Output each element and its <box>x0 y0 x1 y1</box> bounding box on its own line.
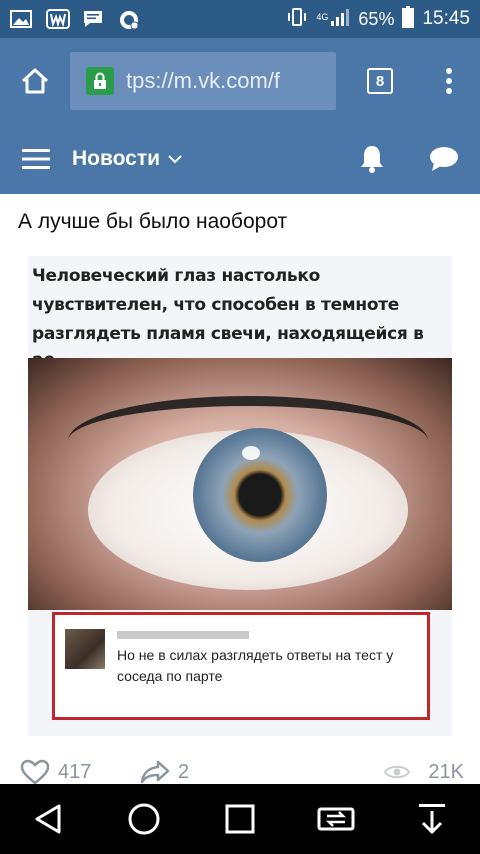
browser-toolbar: tps://m.vk.com/f 8 <box>0 38 480 124</box>
messages-button[interactable] <box>408 124 480 194</box>
clock: 15:45 <box>422 8 470 29</box>
dual-window-icon <box>317 807 355 831</box>
heart-icon <box>20 759 50 785</box>
url-bar[interactable]: tps://m.vk.com/f <box>70 52 336 110</box>
eye-icon <box>384 765 411 779</box>
notifications-button[interactable] <box>336 124 408 194</box>
share-button[interactable]: 2 <box>140 760 189 784</box>
notification-pulldown-button[interactable] <box>402 789 462 849</box>
share-arrow-icon <box>140 760 170 784</box>
comment-text: Но не в силах разглядеть ответы на тест … <box>117 647 394 684</box>
whatsapp-icon <box>118 9 140 30</box>
browser-menu-button[interactable] <box>424 38 474 124</box>
like-button[interactable]: 417 <box>20 759 91 785</box>
signal-icon <box>330 7 350 32</box>
bell-icon <box>361 146 383 173</box>
dual-window-button[interactable] <box>306 789 366 849</box>
back-triangle-icon <box>35 804 61 834</box>
pull-down-icon <box>419 804 445 835</box>
home-circle-icon <box>128 803 160 835</box>
iris <box>193 428 327 562</box>
section-selector[interactable]: Новости <box>72 147 182 171</box>
recents-square-icon <box>225 804 255 834</box>
back-button[interactable] <box>18 789 78 849</box>
eye-glint <box>242 446 260 460</box>
home-icon <box>21 68 49 94</box>
home-nav-button[interactable] <box>114 789 174 849</box>
blurred-name <box>117 631 249 639</box>
android-nav-bar <box>0 784 480 854</box>
network-label: 4G <box>316 11 329 22</box>
home-button[interactable] <box>0 38 70 124</box>
share-count: 2 <box>178 760 190 783</box>
vk-header: Новости <box>0 124 480 194</box>
post-text: А лучше бы было наоборот <box>18 210 288 233</box>
w-app-icon <box>46 9 70 29</box>
more-vert-icon <box>446 68 452 94</box>
status-bar: 4G 65% 15:45 <box>0 0 480 38</box>
chat-bubble-icon <box>430 147 458 171</box>
tabs-button[interactable]: 8 <box>336 38 424 124</box>
battery-icon <box>402 5 415 33</box>
eye-photo <box>28 358 452 610</box>
gallery-icon <box>10 9 32 29</box>
message-icon <box>82 9 104 29</box>
chevron-down-icon <box>168 154 182 163</box>
menu-button[interactable] <box>0 124 72 194</box>
post-image[interactable]: Человеческий глаз настолько чувствителен… <box>28 256 452 736</box>
battery-percent: 65% <box>358 8 395 29</box>
url-text: tps://m.vk.com/f <box>126 68 281 93</box>
comment-screenshot: Но не в силах разглядеть ответы на тест … <box>52 612 430 720</box>
vibrate-icon <box>286 6 308 33</box>
view-count: 21K <box>428 760 464 783</box>
views-counter: 21K <box>384 761 464 784</box>
like-count: 417 <box>58 760 92 783</box>
tab-count: 8 <box>367 68 393 94</box>
avatar <box>65 629 105 669</box>
recents-button[interactable] <box>210 789 270 849</box>
hamburger-icon <box>22 149 50 169</box>
section-title: Новости <box>72 147 161 170</box>
lock-icon <box>86 67 114 95</box>
